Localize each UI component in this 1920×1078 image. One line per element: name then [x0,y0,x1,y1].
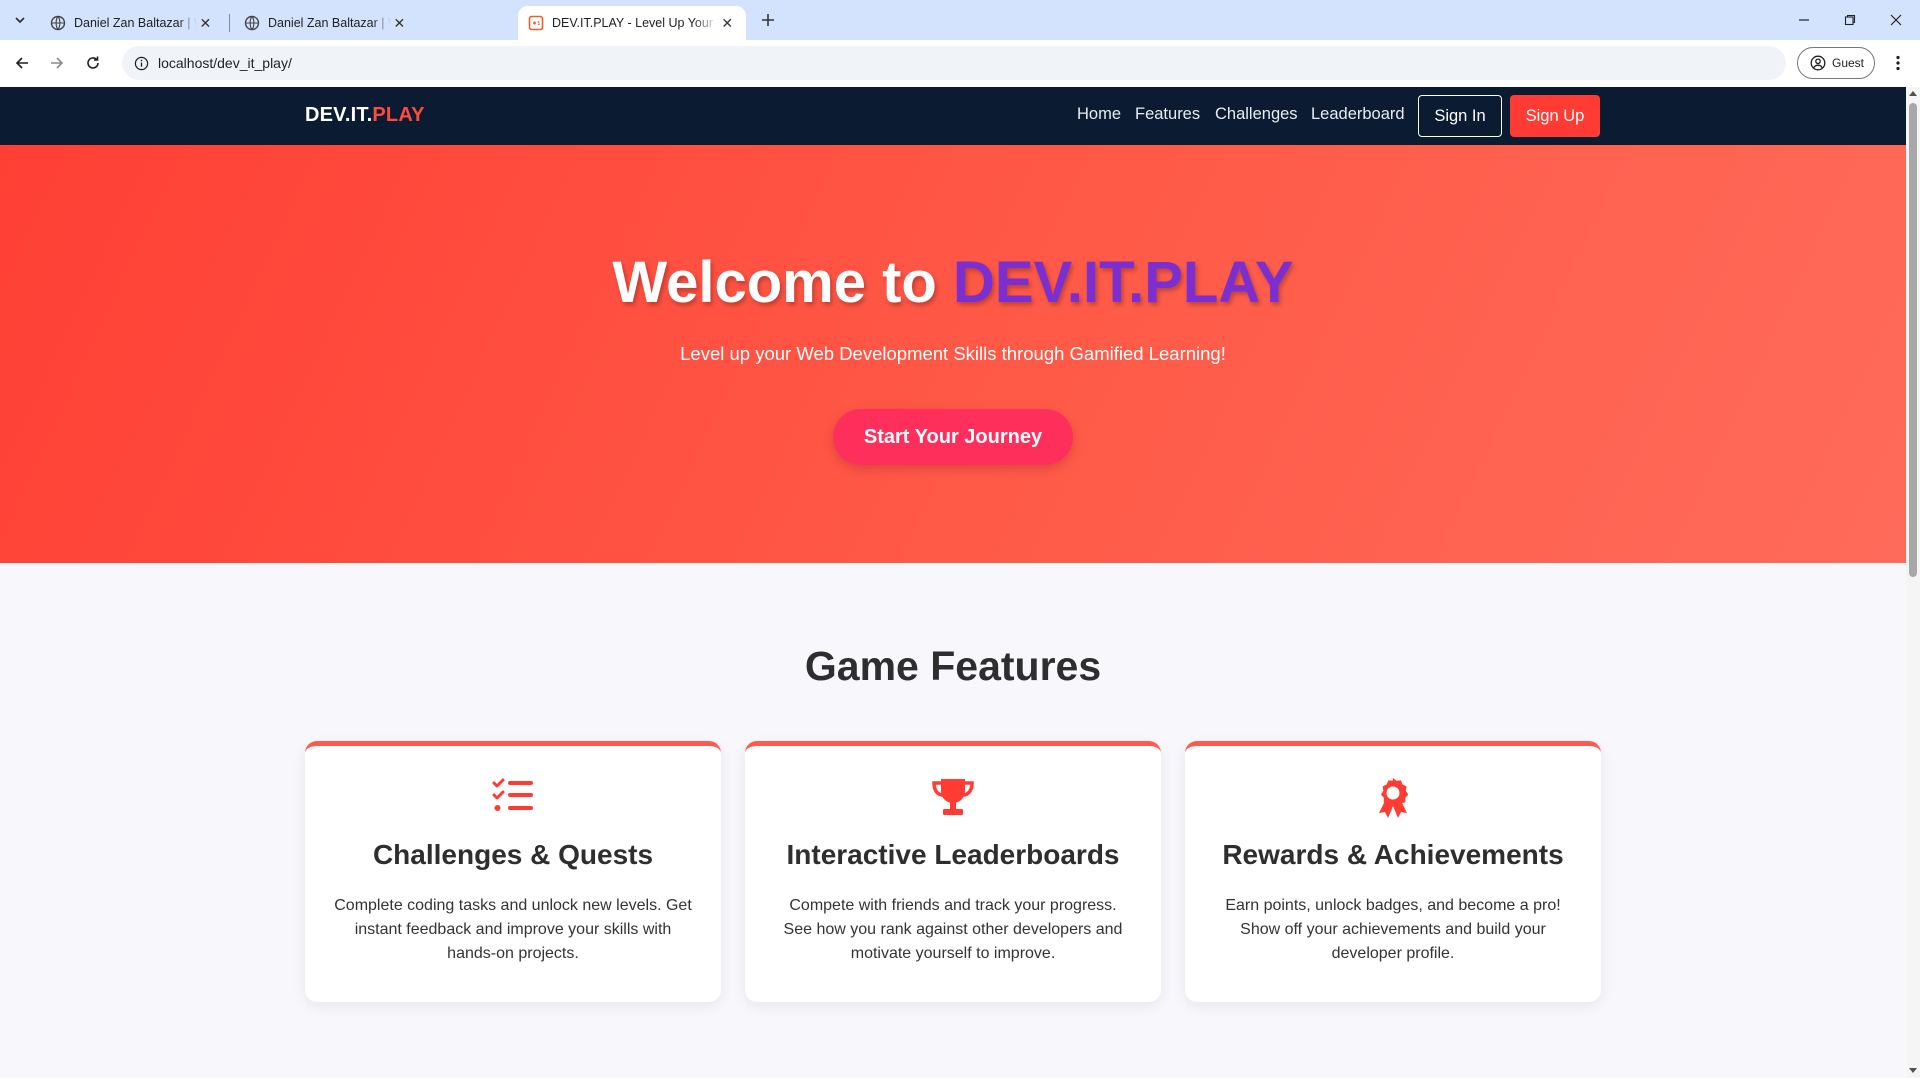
award-icon [1185,777,1601,821]
page-scrollbar[interactable] [1906,87,1920,1078]
close-icon [1890,14,1902,26]
features-section-title: Game Features [804,643,1102,689]
site-info-icon[interactable] [124,56,158,71]
plus-icon [762,14,774,26]
hero-section: Welcome to DEV.IT.PLAY Level up your Web… [0,145,1906,563]
back-button[interactable] [6,47,38,79]
site-logo[interactable]: DEV.IT.PLAY [305,104,425,127]
arrow-left-icon [15,57,28,69]
feature-card-text: Earn points, unlock badges, and become a… [1225,897,1561,962]
hero-title-highlight: DEV.IT.PLAY [952,250,1294,315]
nav-link-features[interactable]: Features [1135,105,1200,124]
hero-title: Welcome to DEV.IT.PLAY [0,249,1906,316]
tab-divider [229,14,230,32]
browser-toolbar: localhost/dev_it_play/ Guest [0,40,1920,87]
close-icon[interactable]: ✕ [197,14,214,32]
arrow-right-icon [51,57,64,69]
feature-card: Rewards & Achievements Earn points, unlo… [1185,741,1601,1002]
tab-title: Daniel Zan Baltazar | Web Developer [268,16,391,30]
browser-tab-active[interactable]: DEV.IT.PLAY - Level Up Your Web Developm… [518,6,746,40]
reload-icon [87,56,99,69]
nav-link-home[interactable]: Home [1077,105,1121,124]
close-icon[interactable]: ✕ [718,14,736,32]
restore-icon [1844,14,1856,26]
trophy-icon [745,777,1161,821]
start-journey-button[interactable]: Start Your Journey [833,409,1073,465]
page-viewport: DEV.IT.PLAY Home Features Challenges Lea… [0,87,1906,1078]
logo-text-primary: DEV.IT. [305,104,373,126]
tab-title: Daniel Zan Baltazar | Web Developer [74,16,197,30]
checklist-icon [305,777,721,821]
new-tab-button[interactable] [756,8,780,32]
browser-tab[interactable]: Daniel Zan Baltazar | Web Developer ✕ [40,6,224,40]
more-vertical-icon [1896,55,1900,71]
restore-button[interactable] [1827,0,1873,40]
browser-tab-strip: Daniel Zan Baltazar | Web Developer ✕ Da… [0,0,1920,40]
feature-card-title: Interactive Leaderboards [786,839,1120,870]
globe-icon [50,15,66,31]
tab-title: DEV.IT.PLAY - Level Up Your Web Developm… [552,16,718,30]
reload-button[interactable] [77,47,109,79]
close-window-button[interactable] [1873,0,1919,40]
feature-card-title: Rewards & Achievements [1222,839,1564,870]
address-bar[interactable]: localhost/dev_it_play/ [122,46,1786,80]
feature-card: Challenges & Quests Complete coding task… [305,741,721,1002]
minimize-button[interactable] [1781,0,1827,40]
chevron-down-icon [15,17,25,24]
close-icon[interactable]: ✕ [391,14,408,32]
scroll-up-arrow[interactable] [1909,91,1917,96]
nav-link-challenges[interactable]: Challenges [1215,105,1298,124]
feature-card-text: Complete coding tasks and unlock new lev… [334,897,692,962]
minimize-icon [1799,19,1809,21]
browser-menu-button[interactable] [1886,51,1910,75]
tab-search-button[interactable] [8,8,32,32]
site-navbar: DEV.IT.PLAY Home Features Challenges Lea… [0,87,1906,145]
user-circle-icon [1810,55,1826,71]
globe-icon [244,15,260,31]
sign-in-button[interactable]: Sign In [1418,95,1502,137]
scrollbar-thumb[interactable] [1909,103,1917,577]
browser-tab[interactable]: Daniel Zan Baltazar | Web Developer ✕ [234,6,418,40]
feature-card: Interactive Leaderboards Compete with fr… [745,741,1161,1002]
profile-label: Guest [1832,56,1865,70]
profile-button[interactable]: Guest [1797,47,1875,79]
hero-title-prefix: Welcome to [612,250,953,315]
feature-card-title: Challenges & Quests [372,839,654,870]
gamepad-icon [528,15,544,31]
sign-up-button[interactable]: Sign Up [1510,95,1600,137]
feature-card-text: Compete with friends and track your prog… [783,897,1123,962]
forward-button[interactable] [41,47,73,79]
scroll-down-arrow[interactable] [1909,1068,1917,1073]
hero-subtitle: Level up your Web Development Skills thr… [680,343,1226,364]
url-text[interactable]: localhost/dev_it_play/ [158,55,292,71]
logo-text-accent: PLAY [372,104,425,126]
nav-link-leaderboard[interactable]: Leaderboard [1311,105,1405,124]
